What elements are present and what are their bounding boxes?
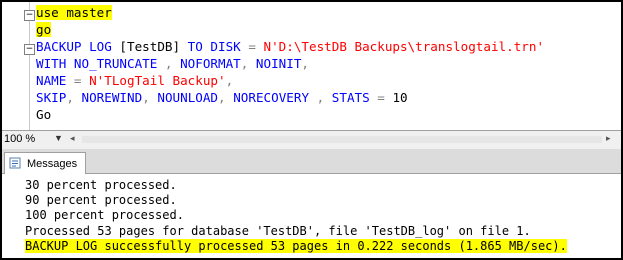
message-line: 30 percent processed. (25, 178, 567, 193)
code-token: = (248, 39, 264, 54)
editor-status-bar: 100 % ▼ ◂ ▸ (2, 130, 621, 150)
code-token: NAME (36, 73, 74, 88)
outline-gutter (29, 2, 30, 130)
sql-code[interactable]: use master go BACKUP LOG [TestDB] TO DISK … (36, 4, 544, 123)
code-token: [TestDB] (119, 39, 181, 54)
code-token: , (225, 73, 234, 88)
message-line: 90 percent processed. (25, 193, 567, 208)
code-token: NORECOVERY (233, 90, 317, 105)
ssms-window: − − use master go BACKUP LOG [TestDB] TO D… (0, 0, 623, 260)
message-text: BACKUP LOG successfully processed 53 pag… (25, 238, 567, 253)
message-text: 100 percent processed. (25, 208, 184, 223)
scroll-right-icon[interactable]: ▸ (606, 133, 611, 144)
code-token: TO DISK (180, 39, 249, 54)
code-text: use master (36, 5, 112, 20)
message-line: Processed 53 pages for database 'TestDB'… (25, 224, 567, 239)
tab-messages-label: Messages (27, 158, 78, 170)
tab-messages[interactable]: Messages (4, 152, 86, 174)
collapse-toggle-1[interactable]: − (24, 10, 35, 21)
code-line[interactable]: use master (36, 4, 544, 21)
code-token: , (164, 56, 181, 71)
scroll-track[interactable] (82, 136, 602, 143)
code-token: WITH NO_TRUNCATE (36, 56, 165, 71)
message-text: 90 percent processed. (25, 193, 177, 208)
code-token: BACKUP LOG (36, 39, 120, 54)
horizontal-scrollbar[interactable]: ◂ ▸ (68, 133, 616, 146)
messages-icon (9, 157, 21, 169)
zoom-dropdown-icon[interactable]: ▼ (54, 133, 63, 143)
query-editor[interactable]: − − use master go BACKUP LOG [TestDB] TO D… (2, 2, 621, 130)
message-list: 30 percent processed. 90 percent processe… (25, 178, 567, 254)
code-line[interactable]: NAME = N'TLogTail Backup', (36, 72, 544, 89)
code-line[interactable]: WITH NO_TRUNCATE , NOFORMAT, NOINIT, (36, 55, 544, 72)
code-token: NOREWIND (81, 90, 143, 105)
message-text: Processed 53 pages for database 'TestDB'… (25, 223, 531, 238)
code-token: NOUNLOAD (157, 90, 219, 105)
code-token: , (66, 90, 82, 105)
code-token: NOFORMAT (180, 56, 241, 71)
code-token: N'D:\TestDB Backups\translogtail.trn' (263, 39, 545, 54)
code-token: , (218, 90, 234, 105)
code-text: go (36, 22, 52, 37)
code-line[interactable]: BACKUP LOG [TestDB] TO DISK = N'D:\TestD… (36, 38, 544, 55)
results-tab-strip: Messages (2, 149, 621, 174)
code-token: , (316, 90, 332, 105)
message-text: 30 percent processed. (25, 178, 177, 192)
code-line[interactable]: Go (36, 106, 544, 123)
code-token: , (142, 90, 158, 105)
collapse-toggle-2[interactable]: − (24, 44, 35, 55)
code-token: = (73, 73, 90, 88)
code-line[interactable]: go (36, 21, 544, 38)
code-token: 10 (392, 90, 408, 105)
message-line: 100 percent processed. (25, 208, 567, 223)
message-line: BACKUP LOG successfully processed 53 pag… (25, 238, 567, 254)
code-token: , (240, 56, 256, 71)
code-token: = (377, 90, 393, 105)
scroll-left-icon[interactable]: ◂ (70, 133, 75, 144)
code-token: NOINIT (255, 56, 302, 71)
messages-pane[interactable]: 30 percent processed. 90 percent processe… (2, 174, 621, 258)
code-line[interactable]: SKIP, NOREWIND, NOUNLOAD, NORECOVERY , S… (36, 89, 544, 106)
code-token: N'TLogTail Backup' (89, 73, 226, 88)
code-token: Go (36, 107, 52, 122)
zoom-level[interactable]: 100 % (4, 133, 35, 145)
code-token: , (301, 56, 310, 71)
code-token: STATS (331, 90, 378, 105)
code-token: SKIP (36, 90, 67, 105)
